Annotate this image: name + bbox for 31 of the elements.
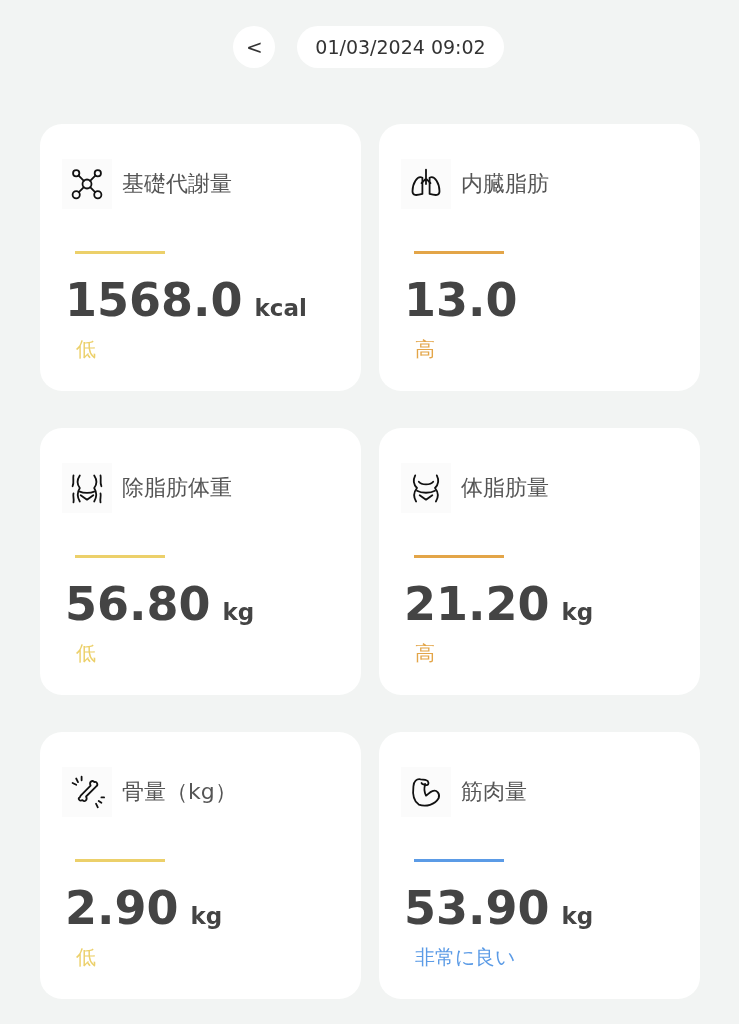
- metric-title: 体脂肪量: [461, 474, 549, 502]
- unit-label: kcal: [254, 295, 307, 321]
- metric-title: 除脂肪体重: [122, 474, 232, 502]
- metric-title: 基礎代謝量: [122, 170, 232, 198]
- status-label: 高: [415, 336, 435, 363]
- date-time: 01/03/2024 09:02: [297, 26, 504, 68]
- metric-value: 53.90: [404, 880, 550, 936]
- metric-value: 21.20: [404, 576, 550, 632]
- bone-icon: [62, 767, 112, 817]
- unit-label: kg: [561, 599, 594, 625]
- arm-muscle-icon: [401, 767, 451, 817]
- metric-value: 13.0: [404, 272, 518, 328]
- unit-label: kg: [190, 903, 223, 929]
- back-button[interactable]: <: [233, 26, 276, 68]
- metric-value: 1568.0: [65, 272, 243, 328]
- status-label: 低: [76, 640, 96, 667]
- metric-title: 内臓脂肪: [461, 170, 549, 198]
- status-label: 低: [76, 336, 96, 363]
- belly-icon: [401, 463, 451, 513]
- metric-title: 骨量（kg）: [122, 778, 237, 806]
- metric-title: 筋肉量: [461, 778, 527, 806]
- status-label: 低: [76, 944, 96, 971]
- status-label: 高: [415, 640, 435, 667]
- unit-label: kg: [561, 903, 594, 929]
- waist-icon: [62, 463, 112, 513]
- metric-value: 2.90: [65, 880, 179, 936]
- network-icon: [62, 159, 112, 209]
- status-label: 非常に良い: [415, 944, 515, 971]
- unit-label: kg: [222, 599, 255, 625]
- metric-value: 56.80: [65, 576, 211, 632]
- lungs-icon: [401, 159, 451, 209]
